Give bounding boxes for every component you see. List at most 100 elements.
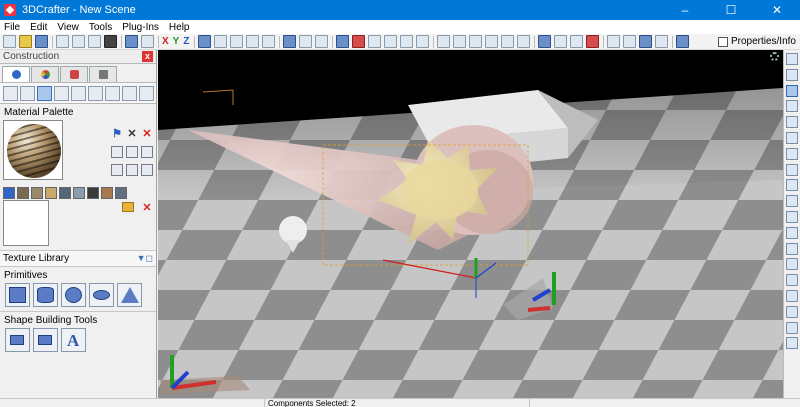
cube-primitive-button[interactable] (5, 283, 30, 307)
ellipse-icon[interactable] (786, 305, 798, 318)
pointer-icon[interactable] (786, 53, 798, 65)
three-view-icon[interactable] (501, 35, 515, 48)
material-swatch[interactable] (115, 187, 127, 199)
texture-preview[interactable] (3, 200, 49, 246)
window-icon[interactable] (139, 85, 154, 101)
material-swatch[interactable] (59, 187, 71, 199)
material-icon[interactable] (20, 85, 35, 101)
tab-effects[interactable] (60, 66, 88, 82)
y-axis-button[interactable]: Y (173, 36, 180, 47)
tab-tools[interactable] (89, 66, 117, 82)
zoom-window-icon[interactable] (230, 35, 244, 48)
new-file-icon[interactable] (3, 35, 16, 48)
joint-icon[interactable] (786, 179, 798, 192)
material-swatch[interactable] (17, 187, 29, 199)
menu-edit[interactable]: Edit (25, 22, 52, 33)
record-icon[interactable] (586, 35, 600, 48)
texture-view-icon[interactable] (639, 35, 653, 48)
close-button[interactable]: ✕ (754, 0, 800, 20)
cylinder-primitive-button[interactable] (33, 283, 58, 307)
flip-icon[interactable] (141, 164, 153, 176)
move-tool-icon[interactable] (786, 195, 798, 208)
remove-texture-icon[interactable]: ✕ (141, 202, 153, 214)
menu-file[interactable]: File (0, 22, 25, 33)
quad-view-icon[interactable] (485, 35, 499, 48)
camera-object-icon[interactable] (54, 85, 69, 101)
menu-view[interactable]: View (52, 22, 84, 33)
select-box-icon[interactable] (786, 84, 798, 97)
material-swatch[interactable] (101, 187, 113, 199)
light-icon[interactable] (400, 35, 414, 48)
cone-primitive-button[interactable] (117, 283, 142, 307)
material-swatch[interactable] (3, 187, 15, 199)
tab-paint[interactable] (31, 66, 59, 82)
four-view-icon[interactable] (517, 35, 531, 48)
redo-icon[interactable] (141, 35, 154, 48)
object-mode-icon[interactable] (336, 35, 350, 48)
shape-icon[interactable] (105, 85, 120, 101)
resize-icon[interactable] (786, 274, 798, 287)
split-vertical-icon[interactable] (469, 35, 483, 48)
lightbulb-icon[interactable] (88, 85, 103, 101)
animation-icon[interactable] (570, 35, 584, 48)
texture-library-bar[interactable]: Texture Library ▼◻ (0, 250, 156, 266)
paint-brush-icon[interactable] (786, 131, 798, 144)
x-axis-button[interactable]: X (162, 36, 169, 47)
viewport-settings-icon[interactable] (770, 52, 779, 61)
extrude-tool-button[interactable] (5, 328, 30, 352)
texture-map-icon[interactable] (111, 164, 123, 176)
menu-plug-ins[interactable]: Plug-Ins (117, 22, 164, 33)
rotate-tool-icon[interactable] (786, 337, 798, 350)
wireframe-icon[interactable] (623, 35, 637, 48)
minimize-button[interactable]: – (662, 0, 708, 20)
scene-info-icon[interactable] (676, 35, 690, 48)
copy-icon[interactable] (72, 35, 85, 48)
panel-close-button[interactable]: x (142, 51, 153, 62)
reflect-icon[interactable] (141, 146, 153, 158)
3d-viewport[interactable] (158, 50, 783, 398)
sphere-primitive-button[interactable] (61, 283, 86, 307)
zoom-tool-icon[interactable] (786, 226, 798, 239)
shading-icon[interactable] (607, 35, 621, 48)
render-icon[interactable] (538, 35, 552, 48)
library-dropdown-icon[interactable]: ▼◻ (137, 253, 153, 264)
zoom-all-icon[interactable] (246, 35, 260, 48)
material-swatch[interactable] (45, 187, 57, 199)
wand-icon[interactable] (786, 116, 798, 129)
zoom-region-icon[interactable] (262, 35, 276, 48)
tab-construction[interactable] (2, 66, 30, 82)
scale-icon[interactable] (368, 35, 382, 48)
single-view-icon[interactable] (437, 35, 451, 48)
select-rect-icon[interactable] (786, 68, 798, 81)
scale-tool-icon[interactable] (786, 258, 798, 271)
save-icon[interactable] (35, 35, 48, 48)
torus-primitive-button[interactable] (89, 283, 114, 307)
material-preview[interactable] (3, 120, 63, 180)
layers-icon[interactable] (111, 146, 123, 158)
select-icon[interactable] (283, 35, 297, 48)
zoom-extents-icon[interactable] (198, 35, 212, 48)
menu-tools[interactable]: Tools (84, 22, 117, 33)
material-swatch[interactable] (31, 187, 43, 199)
properties-info-button[interactable]: Properties/Info (717, 36, 800, 47)
menu-help[interactable]: Help (164, 22, 195, 33)
open-texture-icon[interactable] (122, 202, 134, 212)
spline-icon[interactable] (71, 85, 86, 101)
hand-icon[interactable] (786, 210, 798, 223)
cut-icon[interactable] (56, 35, 69, 48)
align-icon[interactable] (126, 164, 138, 176)
rotate-icon[interactable] (384, 35, 398, 48)
delete-material-icon[interactable]: ✕ (141, 128, 153, 140)
split-horizontal-icon[interactable] (453, 35, 467, 48)
material-swatch[interactable] (87, 187, 99, 199)
pick-material-icon[interactable]: ⚑ (111, 128, 123, 140)
select-group-icon[interactable] (299, 35, 313, 48)
lathe-tool-button[interactable] (33, 328, 58, 352)
z-axis-button[interactable]: Z (183, 36, 189, 47)
pivot-icon[interactable] (416, 35, 430, 48)
fit-icon[interactable] (786, 289, 798, 302)
move-icon[interactable] (352, 35, 366, 48)
fill-icon[interactable] (786, 147, 798, 160)
paint-object-icon[interactable] (3, 85, 18, 101)
delete-icon[interactable] (104, 35, 117, 48)
